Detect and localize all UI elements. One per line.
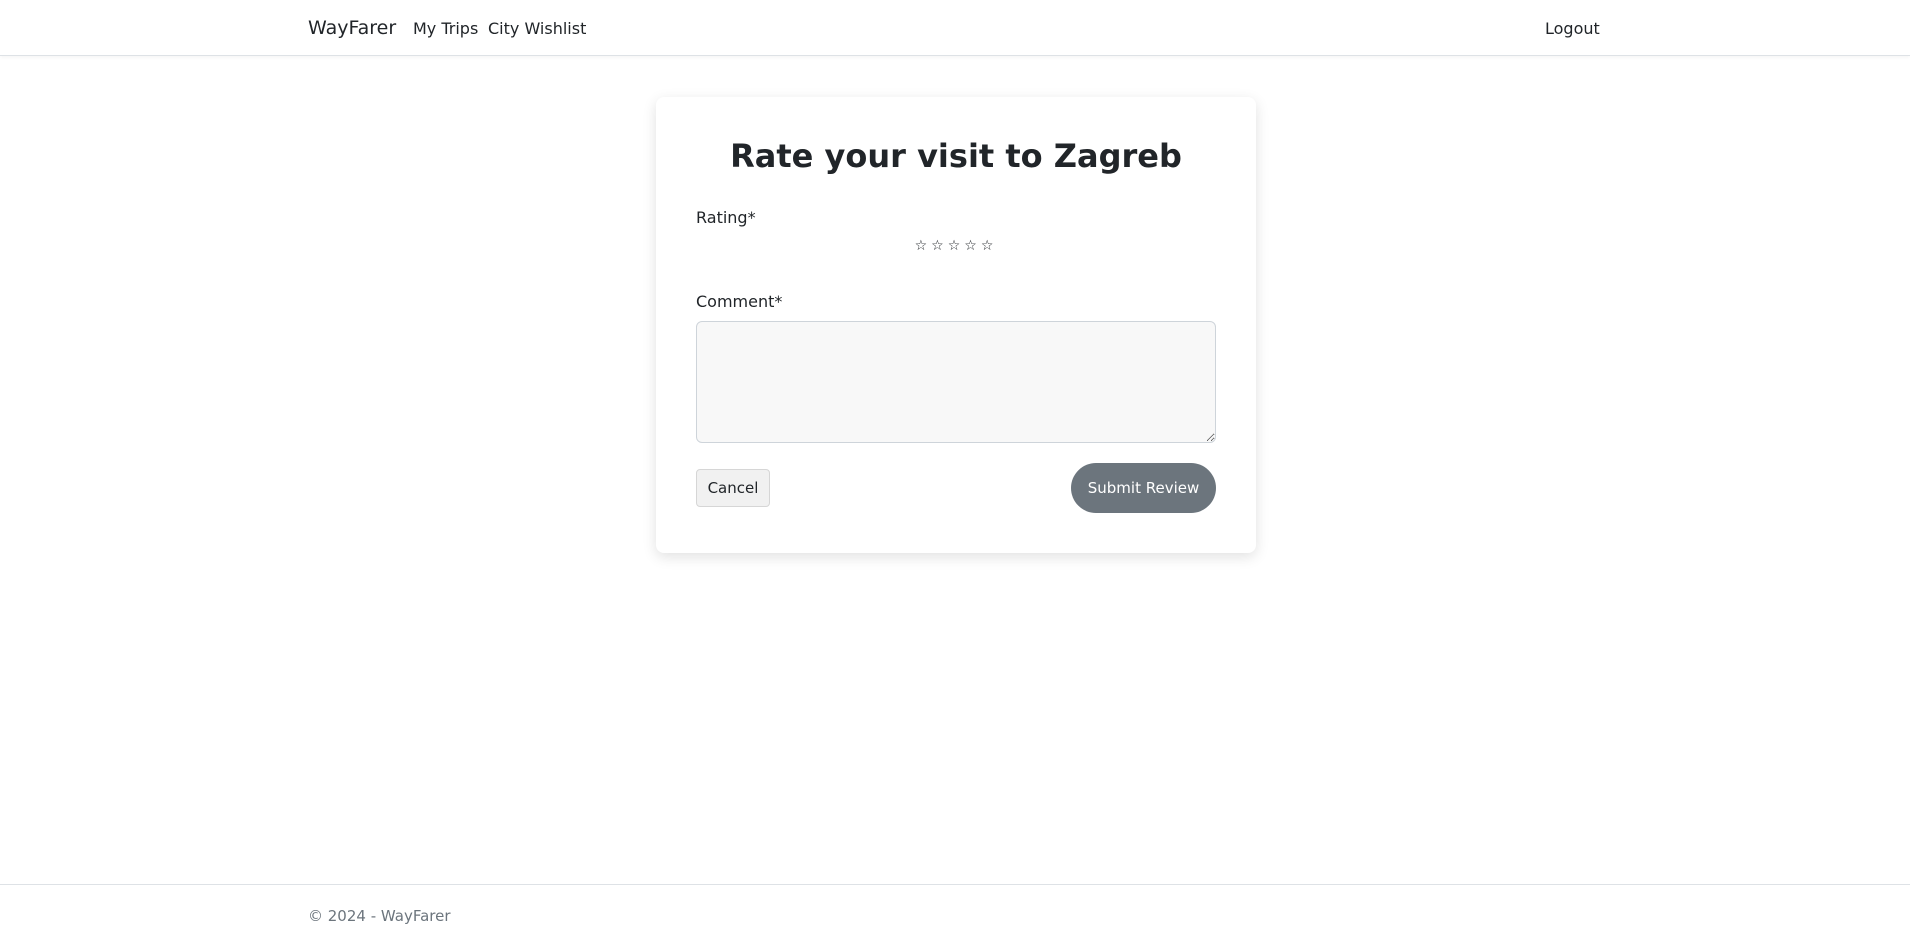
submit-review-button[interactable]: Submit Review	[1071, 463, 1216, 513]
top-navbar: WayFarer My Trips City Wishlist Logout	[0, 0, 1910, 56]
review-card: Rate your visit to Zagreb Rating* ☆☆☆☆☆ …	[656, 97, 1256, 553]
nav-my-trips[interactable]: My Trips	[413, 19, 478, 38]
star-icon-4[interactable]: ☆	[964, 238, 981, 254]
brand-link[interactable]: WayFarer	[308, 17, 396, 39]
cancel-button[interactable]: Cancel	[696, 469, 770, 507]
star-icon-5[interactable]: ☆	[981, 238, 998, 254]
page-title: Rate your visit to Zagreb	[730, 137, 1182, 175]
nav-city-wishlist[interactable]: City Wishlist	[488, 19, 586, 38]
logout-link[interactable]: Logout	[1545, 19, 1600, 38]
comment-textarea[interactable]	[696, 321, 1216, 443]
comment-label: Comment*	[696, 292, 783, 311]
star-icon-1[interactable]: ☆	[915, 238, 932, 254]
star-icon-3[interactable]: ☆	[948, 238, 965, 254]
star-rating: ☆☆☆☆☆	[656, 238, 1256, 254]
footer-copyright: © 2024 - WayFarer	[308, 907, 451, 925]
rating-label: Rating*	[696, 208, 756, 227]
page-footer: © 2024 - WayFarer	[0, 884, 1910, 941]
star-icon-2[interactable]: ☆	[931, 238, 948, 254]
